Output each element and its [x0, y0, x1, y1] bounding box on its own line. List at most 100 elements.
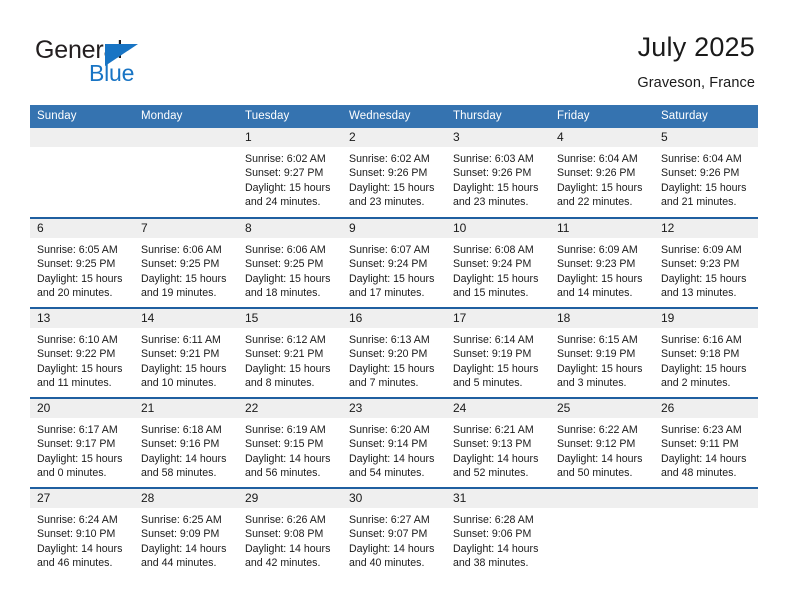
sunrise-text: Sunrise: 6:15 AM [557, 334, 638, 346]
day-number [550, 489, 654, 508]
daylight-text: Daylight: 14 hours and 44 minutes. [141, 542, 227, 569]
sunset-text: Sunset: 9:12 PM [557, 438, 636, 451]
day-details: Sunrise: 6:21 AM Sunset: 9:13 PM Daylight:… [446, 418, 550, 480]
calendar-day-cell[interactable]: 7 Sunrise: 6:06 AM Sunset: 9:25 PM Daylight… [134, 217, 238, 308]
day-number [654, 489, 758, 508]
calendar-day-cell[interactable]: 1 Sunrise: 6:02 AM Sunset: 9:27 PM Daylight… [238, 128, 342, 218]
general-blue-logo[interactable]: General Blue [35, 36, 265, 88]
calendar-day-cell[interactable]: 20 Sunrise: 6:17 AM Sunset: 9:17 PM Dayligh… [30, 397, 134, 488]
calendar-week-row: 13 Sunrise: 6:10 AM Sunset: 9:22 PM Dayligh… [30, 307, 758, 398]
calendar-day-cell[interactable]: 16 Sunrise: 6:13 AM Sunset: 9:20 PM Dayligh… [342, 307, 446, 398]
page-header: General Blue July 2025 Graveson, France [0, 0, 792, 103]
calendar-day-cell[interactable]: 31 Sunrise: 6:28 AM Sunset: 9:06 PM Dayligh… [446, 487, 550, 578]
daylight-text: Daylight: 15 hours and 22 minutes. [557, 181, 643, 208]
calendar-day-cell[interactable]: 25 Sunrise: 6:22 AM Sunset: 9:12 PM Dayligh… [550, 397, 654, 488]
sunrise-text: Sunrise: 6:28 AM [453, 514, 534, 526]
day-number: 14 [134, 309, 238, 328]
sunrise-text: Sunrise: 6:09 AM [661, 244, 742, 256]
sunrise-text: Sunrise: 6:24 AM [37, 514, 118, 526]
calendar-day-cell[interactable]: 17 Sunrise: 6:14 AM Sunset: 9:19 PM Dayligh… [446, 307, 550, 398]
day-number: 29 [238, 489, 342, 508]
day-details: Sunrise: 6:28 AM Sunset: 9:06 PM Daylight:… [446, 508, 550, 570]
sunrise-text: Sunrise: 6:19 AM [245, 424, 326, 436]
calendar-day-cell[interactable]: 19 Sunrise: 6:16 AM Sunset: 9:18 PM Dayligh… [654, 307, 758, 398]
sunrise-text: Sunrise: 6:09 AM [557, 244, 638, 256]
day-details: Sunrise: 6:12 AM Sunset: 9:21 PM Daylight:… [238, 328, 342, 390]
daylight-text: Daylight: 14 hours and 40 minutes. [349, 542, 435, 569]
sunrise-text: Sunrise: 6:10 AM [37, 334, 118, 346]
day-number: 20 [30, 399, 134, 418]
sunrise-text: Sunrise: 6:07 AM [349, 244, 430, 256]
calendar-day-cell[interactable]: 13 Sunrise: 6:10 AM Sunset: 9:22 PM Dayligh… [30, 307, 134, 398]
daylight-text: Daylight: 15 hours and 7 minutes. [349, 362, 435, 389]
calendar-day-cell[interactable]: 26 Sunrise: 6:23 AM Sunset: 9:11 PM Dayligh… [654, 397, 758, 488]
sunset-text: Sunset: 9:22 PM [37, 348, 116, 361]
calendar-day-cell[interactable]: 12 Sunrise: 6:09 AM Sunset: 9:23 PM Dayligh… [654, 217, 758, 308]
sunrise-text: Sunrise: 6:25 AM [141, 514, 222, 526]
sunset-text: Sunset: 9:26 PM [557, 167, 636, 180]
daylight-text: Daylight: 15 hours and 2 minutes. [661, 362, 747, 389]
calendar-day-cell[interactable]: 29 Sunrise: 6:26 AM Sunset: 9:08 PM Dayligh… [238, 487, 342, 578]
sunrise-text: Sunrise: 6:08 AM [453, 244, 534, 256]
day-number: 10 [446, 219, 550, 238]
calendar-day-cell[interactable]: 2 Sunrise: 6:02 AM Sunset: 9:26 PM Daylight… [342, 128, 446, 218]
day-details: Sunrise: 6:25 AM Sunset: 9:09 PM Daylight:… [134, 508, 238, 570]
day-details: Sunrise: 6:02 AM Sunset: 9:27 PM Daylight:… [238, 147, 342, 209]
day-number: 24 [446, 399, 550, 418]
calendar-body: 1 Sunrise: 6:02 AM Sunset: 9:27 PM Daylight… [30, 128, 758, 578]
day-details: Sunrise: 6:11 AM Sunset: 9:21 PM Daylight:… [134, 328, 238, 390]
daylight-text: Daylight: 15 hours and 24 minutes. [245, 181, 331, 208]
calendar-day-cell[interactable]: 24 Sunrise: 6:21 AM Sunset: 9:13 PM Dayligh… [446, 397, 550, 488]
day-number: 2 [342, 128, 446, 147]
calendar-day-cell[interactable]: 21 Sunrise: 6:18 AM Sunset: 9:16 PM Dayligh… [134, 397, 238, 488]
day-header-wednesday: Wednesday [342, 105, 446, 128]
day-header-thursday: Thursday [446, 105, 550, 128]
daylight-text: Daylight: 15 hours and 17 minutes. [349, 272, 435, 299]
page-title: July 2025 [637, 32, 755, 62]
sunrise-text: Sunrise: 6:12 AM [245, 334, 326, 346]
sunset-text: Sunset: 9:19 PM [557, 348, 636, 361]
day-number: 11 [550, 219, 654, 238]
sunrise-text: Sunrise: 6:14 AM [453, 334, 534, 346]
day-details: Sunrise: 6:10 AM Sunset: 9:22 PM Daylight:… [30, 328, 134, 390]
daylight-text: Daylight: 15 hours and 19 minutes. [141, 272, 227, 299]
calendar-day-cell[interactable]: 10 Sunrise: 6:08 AM Sunset: 9:24 PM Dayligh… [446, 217, 550, 308]
calendar-day-cell[interactable]: 9 Sunrise: 6:07 AM Sunset: 9:24 PM Daylight… [342, 217, 446, 308]
sunrise-text: Sunrise: 6:27 AM [349, 514, 430, 526]
calendar-day-cell[interactable]: 22 Sunrise: 6:19 AM Sunset: 9:15 PM Dayligh… [238, 397, 342, 488]
calendar-day-cell[interactable]: 28 Sunrise: 6:25 AM Sunset: 9:09 PM Dayligh… [134, 487, 238, 578]
day-details: Sunrise: 6:03 AM Sunset: 9:26 PM Daylight:… [446, 147, 550, 209]
day-number [134, 128, 238, 147]
calendar-day-cell[interactable]: 15 Sunrise: 6:12 AM Sunset: 9:21 PM Dayligh… [238, 307, 342, 398]
day-of-week-header-row: Sunday Monday Tuesday Wednesday Thursday Frid… [30, 105, 758, 128]
day-details: Sunrise: 6:13 AM Sunset: 9:20 PM Daylight:… [342, 328, 446, 390]
calendar-day-cell[interactable]: 30 Sunrise: 6:27 AM Sunset: 9:07 PM Dayligh… [342, 487, 446, 578]
sunrise-text: Sunrise: 6:06 AM [141, 244, 222, 256]
calendar-grid: Sunday Monday Tuesday Wednesday Thursday Frid… [30, 105, 758, 578]
calendar-day-cell[interactable]: 23 Sunrise: 6:20 AM Sunset: 9:14 PM Dayligh… [342, 397, 446, 488]
day-number: 7 [134, 219, 238, 238]
calendar-day-cell[interactable]: 18 Sunrise: 6:15 AM Sunset: 9:19 PM Dayligh… [550, 307, 654, 398]
day-details: Sunrise: 6:17 AM Sunset: 9:17 PM Daylight:… [30, 418, 134, 480]
calendar-day-cell[interactable]: 11 Sunrise: 6:09 AM Sunset: 9:23 PM Dayligh… [550, 217, 654, 308]
sunset-text: Sunset: 9:26 PM [661, 167, 740, 180]
day-number: 26 [654, 399, 758, 418]
calendar-day-cell[interactable]: 27 Sunrise: 6:24 AM Sunset: 9:10 PM Dayligh… [30, 487, 134, 578]
daylight-text: Daylight: 15 hours and 14 minutes. [557, 272, 643, 299]
day-number: 15 [238, 309, 342, 328]
day-details: Sunrise: 6:04 AM Sunset: 9:26 PM Daylight:… [550, 147, 654, 209]
calendar-day-cell[interactable]: 14 Sunrise: 6:11 AM Sunset: 9:21 PM Dayligh… [134, 307, 238, 398]
calendar-day-cell[interactable]: 8 Sunrise: 6:06 AM Sunset: 9:25 PM Daylight… [238, 217, 342, 308]
calendar-day-cell[interactable]: 3 Sunrise: 6:03 AM Sunset: 9:26 PM Daylight… [446, 128, 550, 218]
calendar-day-cell[interactable]: 6 Sunrise: 6:05 AM Sunset: 9:25 PM Daylight… [30, 217, 134, 308]
day-number: 1 [238, 128, 342, 147]
calendar-day-cell[interactable]: 4 Sunrise: 6:04 AM Sunset: 9:26 PM Daylight… [550, 128, 654, 218]
calendar-day-cell-empty [30, 128, 134, 218]
day-header-saturday: Saturday [654, 105, 758, 128]
calendar-day-cell[interactable]: 5 Sunrise: 6:04 AM Sunset: 9:26 PM Daylight… [654, 128, 758, 218]
sunset-text: Sunset: 9:09 PM [141, 528, 220, 541]
day-details: Sunrise: 6:08 AM Sunset: 9:24 PM Daylight:… [446, 238, 550, 300]
daylight-text: Daylight: 15 hours and 3 minutes. [557, 362, 643, 389]
day-number: 13 [30, 309, 134, 328]
day-number: 27 [30, 489, 134, 508]
